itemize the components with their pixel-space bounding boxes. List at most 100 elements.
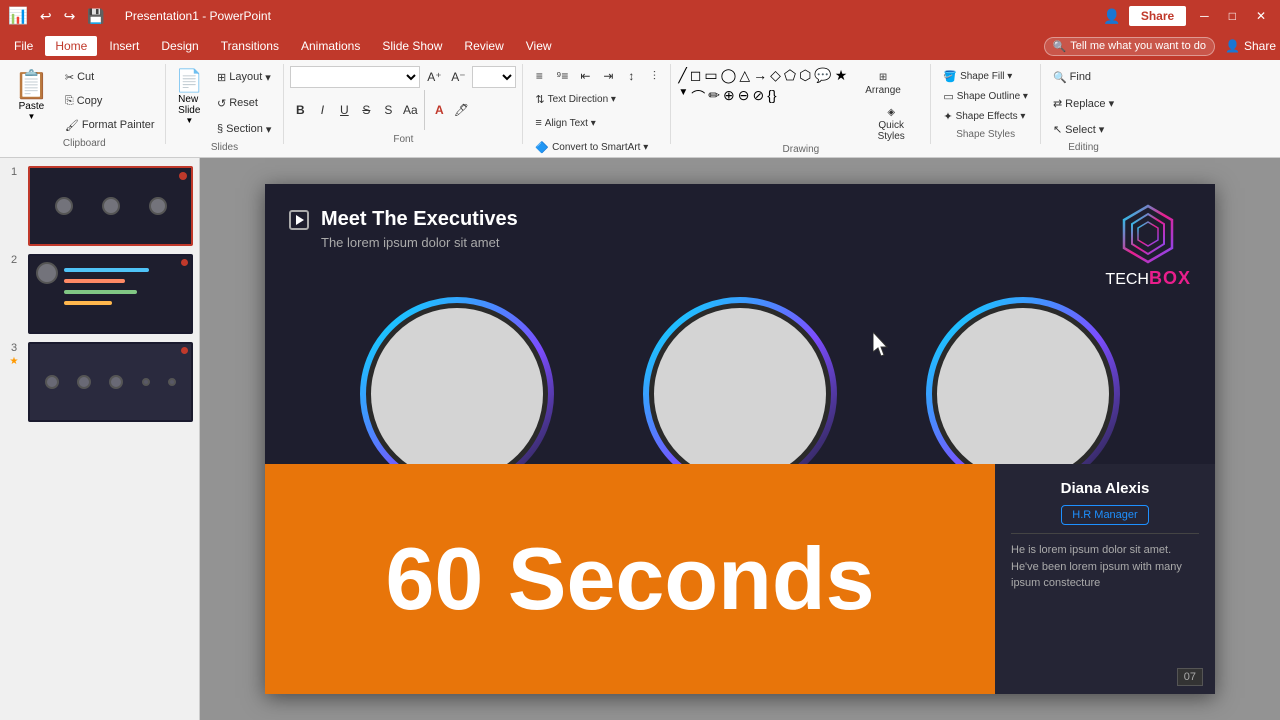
s3-circle-3 [109, 375, 123, 389]
slide-canvas[interactable]: Meet The Executives The lorem ipsum dolo… [265, 184, 1215, 694]
italic-button[interactable]: I [312, 100, 332, 120]
search-box[interactable]: 🔍 Tell me what you want to do [1044, 37, 1215, 56]
shape-plus[interactable]: ⊕ [722, 86, 736, 108]
paste-button[interactable]: 📋 Paste ▼ [8, 66, 55, 136]
font-color-button[interactable]: A [429, 100, 449, 120]
shape-diamond[interactable]: ◇ [769, 66, 782, 85]
shape-ban[interactable]: ⊘ [751, 86, 765, 108]
replace-button[interactable]: ⇄ Replace ▾ [1047, 92, 1120, 114]
file-title: Presentation1 - PowerPoint [125, 9, 271, 23]
font-row1: A⁺ A⁻ [290, 66, 516, 88]
menu-bar: File Home Insert Design Transitions Anim… [0, 32, 1280, 60]
shape-arrow[interactable]: → [752, 66, 768, 85]
shape-rounded-rect[interactable]: ▭ [703, 66, 718, 85]
menu-transitions[interactable]: Transitions [211, 36, 289, 56]
shape-star[interactable]: ★ [834, 66, 849, 85]
shape-outline-button[interactable]: ▭ Shape Outline ▾ [937, 86, 1034, 106]
font-size-select[interactable] [472, 66, 516, 88]
clipboard-top: 📋 Paste ▼ ✂ Cut ⎘ Copy 🖌 Format P [8, 66, 161, 136]
find-button[interactable]: 🔍 Find [1047, 66, 1120, 88]
menu-review[interactable]: Review [454, 36, 513, 56]
convert-smartart-button[interactable]: 🔷 Convert to SmartArt ▾ [529, 136, 654, 158]
align-text-button[interactable]: ≡ Align Text ▾ [529, 112, 601, 134]
change-case-button[interactable]: Aa [400, 100, 420, 120]
share-btn-menu[interactable]: Share [1244, 39, 1276, 53]
new-slide-button[interactable]: 📄 NewSlide ▼ [172, 66, 207, 127]
slide-preview-2[interactable] [28, 254, 193, 334]
font-name-select[interactable] [290, 66, 420, 88]
shape-line[interactable]: ╱ [677, 66, 687, 85]
increase-indent-button[interactable]: ⇥ [598, 66, 618, 86]
shape-effects-button[interactable]: ✦ Shape Effects ▾ [937, 107, 1034, 127]
font-size-decrease[interactable]: A⁻ [448, 67, 468, 87]
menu-file[interactable]: File [4, 36, 43, 56]
strikethrough-button[interactable]: S [356, 100, 376, 120]
arrange-quickstyles: ⊞ Arrange ◈ Quick Styles [858, 66, 924, 142]
bold-button[interactable]: B [290, 100, 310, 120]
underline-button[interactable]: U [334, 100, 354, 120]
redo-btn[interactable]: ↪ [64, 8, 76, 25]
bullets-button[interactable]: ≡ [529, 66, 549, 86]
section-icon: § [217, 123, 223, 135]
menu-insert[interactable]: Insert [99, 36, 149, 56]
decrease-indent-button[interactable]: ⇤ [575, 66, 595, 86]
slides-group: 📄 NewSlide ▼ ⊞ Layout ▾ ↺ Reset § [166, 64, 285, 144]
shape-minus[interactable]: ⊖ [737, 86, 751, 108]
menu-slideshow[interactable]: Slide Show [372, 36, 452, 56]
arrange-button[interactable]: ⊞ Arrange [858, 66, 908, 102]
columns-button[interactable]: ⫶ [644, 66, 664, 86]
new-slide-dropdown[interactable]: ▼ [185, 116, 193, 125]
close-btn[interactable]: ✕ [1250, 9, 1272, 23]
shape-hex[interactable]: ⬡ [798, 66, 812, 85]
shadow-button[interactable]: S [378, 100, 398, 120]
preview-circle-3 [149, 197, 167, 215]
shape-pentagon[interactable]: ⬠ [783, 66, 797, 85]
shape-oval[interactable]: ◯ [720, 66, 738, 85]
shape-fill-button[interactable]: 🪣 Shape Fill ▾ [937, 66, 1034, 86]
logo-text-block: TECHBOX [1105, 268, 1191, 289]
layout-button[interactable]: ⊞ Layout ▾ [211, 66, 277, 88]
reset-button[interactable]: ↺ Reset [211, 92, 277, 114]
highlight-button[interactable]: 🖊 [451, 100, 471, 120]
share-button[interactable]: Share [1129, 6, 1186, 26]
layout-icon: ⊞ [217, 71, 226, 84]
paste-icon: 📋 [14, 68, 49, 101]
shape-more[interactable]: ▼ [677, 86, 689, 108]
slide-thumb-1[interactable]: 1 [6, 166, 193, 246]
format-painter-button[interactable]: 🖌 Format Painter [59, 114, 161, 136]
menu-animations[interactable]: Animations [291, 36, 370, 56]
editing-group: 🔍 Find ⇄ Replace ▾ ↖ Select ▾ Editing [1041, 64, 1126, 144]
numbering-button[interactable]: ⁹≡ [552, 66, 572, 86]
shape-rect[interactable]: ◻ [689, 66, 703, 85]
copy-button[interactable]: ⎘ Copy [59, 90, 161, 112]
shape-bracket[interactable]: {} [766, 86, 777, 108]
paste-dropdown[interactable]: ▼ [27, 112, 35, 121]
undo-btn[interactable]: ↩ [40, 8, 52, 25]
slide-thumb-2[interactable]: 2 [6, 254, 193, 334]
font-size-increase[interactable]: A⁺ [424, 67, 444, 87]
slide-thumb-3[interactable]: 3 ★ [6, 342, 193, 422]
shape-triangle[interactable]: △ [738, 66, 751, 85]
maximize-btn[interactable]: □ [1223, 9, 1242, 23]
select-button[interactable]: ↖ Select ▾ [1047, 118, 1120, 140]
minimize-btn[interactable]: ─ [1194, 9, 1215, 23]
menu-design[interactable]: Design [151, 36, 208, 56]
shape-freeform[interactable]: ✏ [707, 86, 721, 108]
drawing-group: ╱ ◻ ▭ ◯ △ → ◇ ⬠ ⬡ 💬 ★ ▼ ⌒ ✏ ⊕ ⊖ ⊘ [671, 64, 931, 144]
logo-hex-svg [1118, 204, 1178, 264]
save-btn[interactable]: 💾 [87, 8, 104, 25]
slide-preview-3[interactable] [28, 342, 193, 422]
menu-view[interactable]: View [516, 36, 562, 56]
shape-curve[interactable]: ⌒ [690, 86, 706, 108]
title-bar-left: 📊 ↩ ↪ 💾 Presentation1 - PowerPoint [8, 6, 271, 26]
new-slide-label: NewSlide [178, 94, 200, 116]
line-spacing-button[interactable]: ↕ [621, 66, 641, 86]
shape-styles-label: Shape Styles [937, 129, 1034, 142]
menu-home[interactable]: Home [45, 36, 97, 56]
section-button[interactable]: § Section ▾ [211, 118, 277, 140]
shape-callout[interactable]: 💬 [813, 66, 832, 85]
cut-button[interactable]: ✂ Cut [59, 66, 161, 88]
text-direction-button[interactable]: ⇅ Text Direction ▾ [529, 88, 622, 110]
slide-preview-1[interactable] [28, 166, 193, 246]
quick-styles-button[interactable]: ◈ Quick Styles [858, 106, 924, 142]
